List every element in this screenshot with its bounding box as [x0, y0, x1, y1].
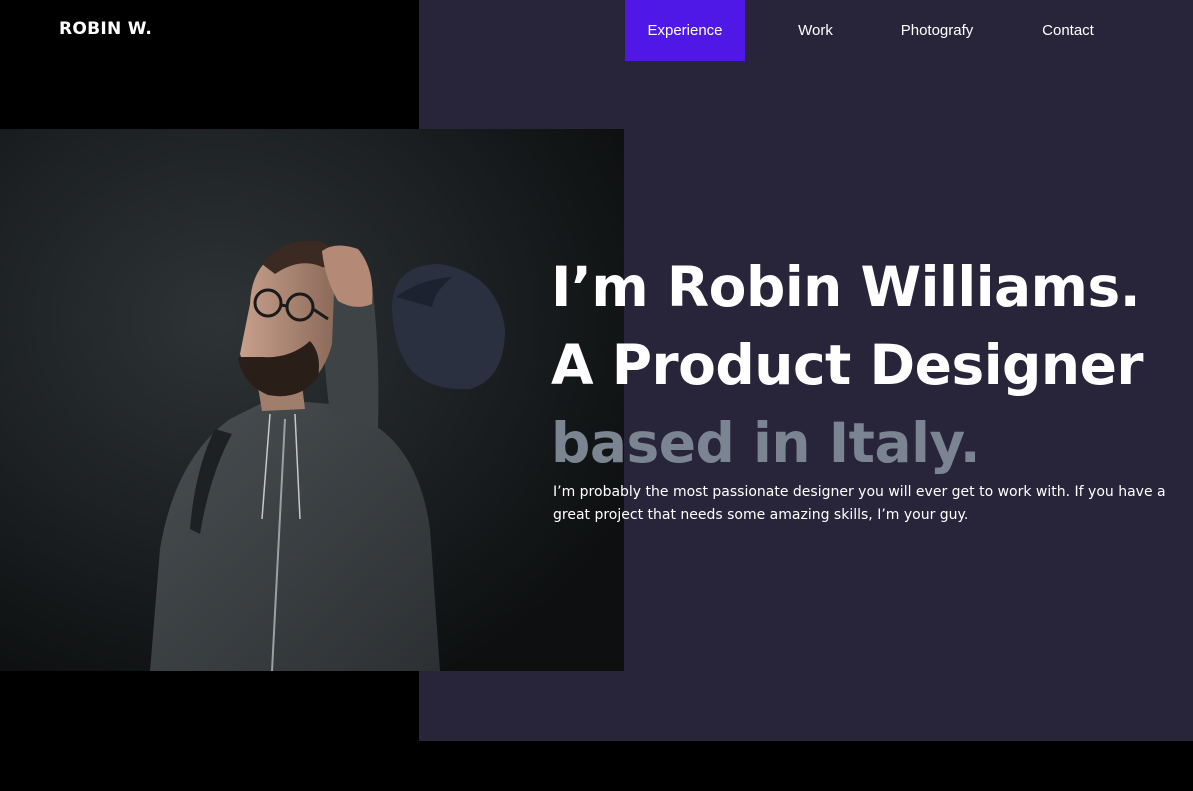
nav-item-work[interactable]: Work [745, 0, 886, 61]
headline-line-role: A Product Designer [551, 333, 1144, 397]
main-nav: Experience Work Photografy Contact [625, 0, 1148, 61]
nav-item-photografy[interactable]: Photografy [886, 0, 988, 61]
site-logo[interactable]: ROBIN W. [59, 17, 152, 41]
headline-line-location: based in Italy. [551, 411, 981, 475]
headline-line-name: I’m Robin Williams. [551, 255, 1141, 319]
hero-headline: I’m Robin Williams. A Product Designer b… [551, 248, 1144, 482]
portrait-photo [0, 129, 624, 671]
nav-item-contact[interactable]: Contact [988, 0, 1148, 61]
hero-intro-text: I’m probably the most passionate designe… [553, 484, 1166, 523]
nav-item-experience[interactable]: Experience [625, 0, 745, 61]
